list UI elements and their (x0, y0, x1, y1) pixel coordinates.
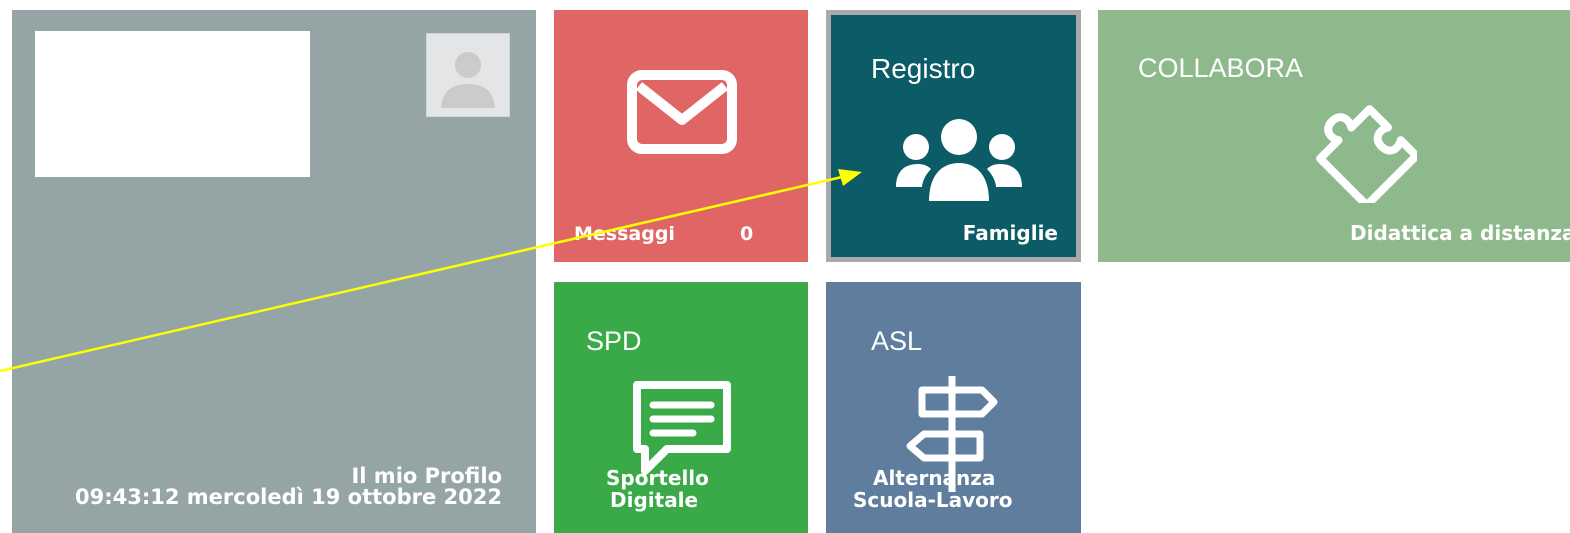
spd-label-line2: Digitale (610, 488, 699, 512)
profile-tile[interactable]: Il mio Profilo 09:43:12 mercoledì 19 ott… (12, 10, 536, 533)
messages-tile[interactable]: Messaggi 0 (554, 10, 808, 262)
user-name-box (35, 31, 310, 177)
registro-tile[interactable]: Registro Famiglie (826, 10, 1081, 262)
dashboard: Il mio Profilo 09:43:12 mercoledì 19 ott… (0, 0, 1570, 533)
envelope-icon (627, 70, 737, 154)
collabora-label: Didattica a distanza (1350, 221, 1570, 245)
registro-title: Registro (871, 53, 976, 84)
puzzle-piece-icon (1316, 105, 1417, 203)
asl-title: ASL (871, 326, 923, 356)
profile-datetime: 09:43:12 mercoledì 19 ottobre 2022 (75, 485, 502, 509)
collabora-tile[interactable]: COLLABORA Didattica a distanza (1098, 10, 1570, 262)
messages-label: Messaggi (574, 223, 675, 245)
registro-label: Famiglie (962, 221, 1058, 245)
messages-count-badge: 0 (740, 223, 754, 245)
spd-title: SPD (586, 326, 642, 356)
avatar[interactable] (426, 33, 510, 117)
spd-label-line1: Sportello (606, 466, 709, 490)
users-group-icon (896, 119, 1022, 201)
asl-label-line1: Alternanza (873, 466, 996, 490)
profile-label: Il mio Profilo (351, 464, 502, 488)
asl-tile[interactable]: ASL Alternanza Scuola-Lavoro (826, 282, 1081, 533)
collabora-title: COLLABORA (1138, 53, 1304, 83)
user-silhouette-icon (441, 52, 495, 108)
spd-tile[interactable]: SPD Sportello Digitale (554, 282, 808, 533)
asl-label-line2: Scuola-Lavoro (853, 488, 1013, 512)
